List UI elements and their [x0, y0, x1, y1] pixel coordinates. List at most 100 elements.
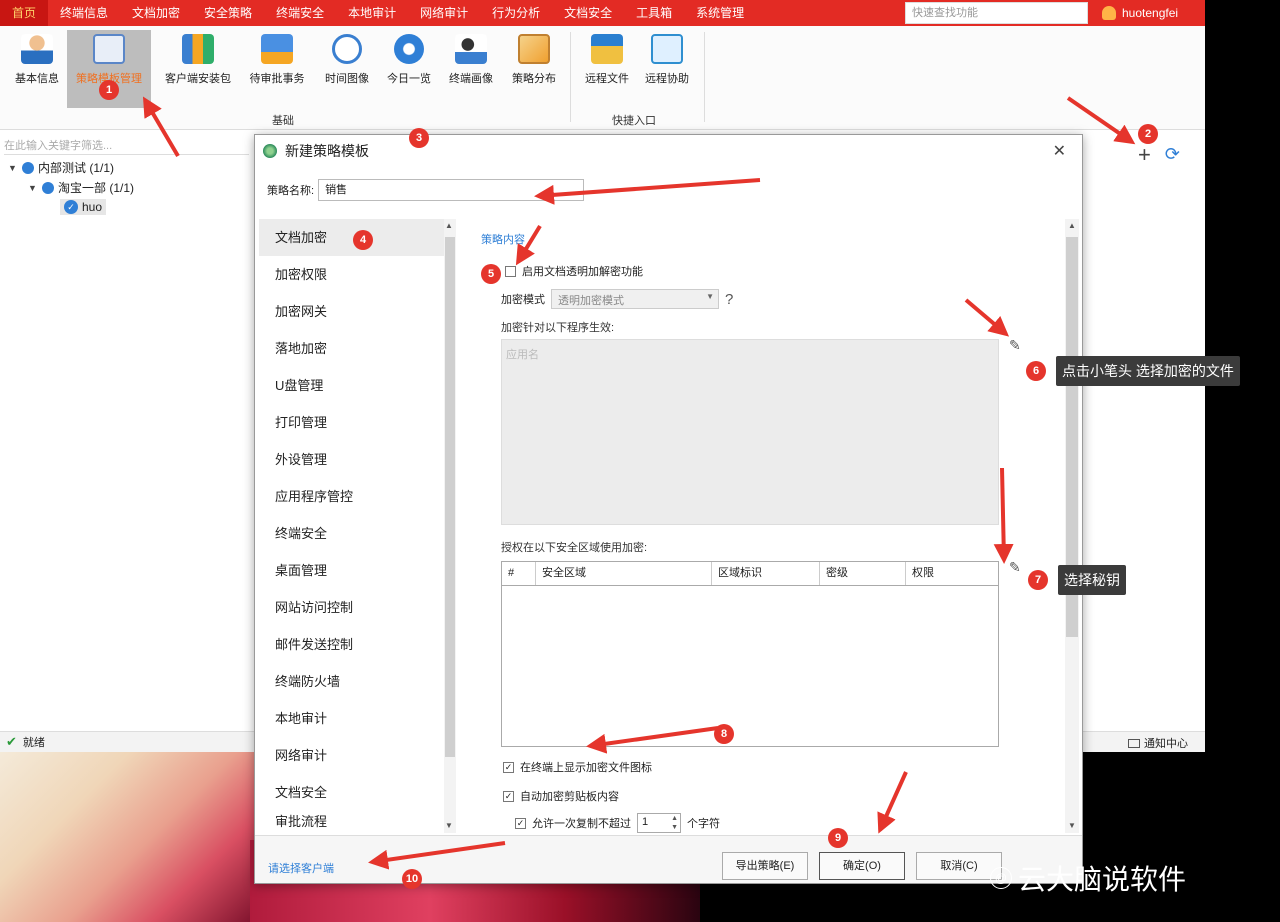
nav-doc-encrypt[interactable]: 文档加密 [259, 219, 444, 256]
ribbon-label: 基本信息 [15, 73, 59, 85]
ribbon-remote-assist[interactable]: 远程协助 [630, 30, 704, 108]
col-permission: 权限 [912, 567, 934, 579]
nav-firewall[interactable]: 终端防火墙 [259, 663, 444, 700]
menu-toolbox[interactable]: 工具箱 [624, 0, 684, 26]
watermark: @ 云大脑说软件 [990, 858, 1186, 898]
pencil-icon[interactable]: ✎ [1009, 337, 1021, 354]
user-icon [1102, 6, 1116, 20]
menu-terminal-security[interactable]: 终端安全 [264, 0, 336, 26]
nav-scrollbar[interactable]: ▲ ▼ [444, 219, 456, 833]
chevron-down-icon[interactable]: ▼ [28, 183, 38, 193]
pencil-icon[interactable]: ✎ [1009, 559, 1021, 576]
tree-node-child[interactable]: ▼ 淘宝一部 (1/1) [28, 179, 134, 196]
ribbon-basic-info[interactable]: 基本信息 [0, 30, 74, 108]
policy-name-input[interactable]: 销售 [318, 179, 585, 201]
enable-encryption-checkbox[interactable] [505, 265, 516, 277]
nav-network-audit[interactable]: 网络审计 [259, 737, 444, 774]
chevron-down-icon[interactable]: ▼ [8, 163, 18, 173]
ribbon-toolbar: 基本信息 策略模板管理 客户端安装包 待审批事务 时间图像 今日一览 终端画像 [0, 26, 1205, 130]
menu-doc-security[interactable]: 文档安全 [552, 0, 624, 26]
nav-doc-security[interactable]: 文档安全 [259, 774, 444, 811]
nav-desktop-management[interactable]: 桌面管理 [259, 552, 444, 589]
add-icon[interactable]: + [1138, 142, 1151, 168]
allow-copy-row[interactable]: ✓ 允许一次复制不超过 1 ▲ ▼ 个字符 [515, 813, 720, 833]
annotation-badge-7: 7 [1028, 570, 1048, 590]
quick-search-input[interactable]: 快速查找功能 [905, 2, 1088, 24]
org-tree-panel: 在此输入关键字筛选... ▼ 内部测试 (1/1) ▼ 淘宝一部 (1/1) ✓… [0, 131, 255, 731]
ribbon-label: 待审批事务 [249, 73, 305, 85]
choose-client-link[interactable]: 请选择客户端 [268, 860, 334, 876]
check-icon: ✓ [64, 200, 78, 214]
menu-terminal-info[interactable]: 终端信息 [48, 0, 120, 26]
area-table-header: # 安全区域 区域标识 密级 权限 [502, 562, 998, 586]
stepper-arrows-icon[interactable]: ▲ ▼ [671, 814, 678, 832]
person-icon [21, 34, 53, 64]
nav-terminal-security[interactable]: 终端安全 [259, 515, 444, 552]
encrypt-mode-select[interactable]: 透明加密模式 ▼ [551, 289, 719, 309]
help-icon[interactable]: ? [725, 291, 733, 308]
ok-button[interactable]: 确定(O) [819, 852, 905, 880]
nav-web-access-control[interactable]: 网站访问控制 [259, 589, 444, 626]
programs-label: 加密针对以下程序生效: [501, 322, 615, 334]
col-index: # [502, 562, 536, 585]
notify-label: 通知中心 [1144, 738, 1188, 750]
nav-encrypt-permission[interactable]: 加密权限 [259, 256, 444, 293]
chevron-down-icon[interactable]: ▼ [1068, 821, 1076, 830]
nav-usb-management[interactable]: U盘管理 [259, 367, 444, 404]
annotation-badge-1: 1 [99, 80, 119, 100]
security-area-table[interactable]: # 安全区域 区域标识 密级 权限 [501, 561, 999, 747]
policy-category-nav: 文档加密 加密权限 加密网关 落地加密 U盘管理 打印管理 外设管理 应用程序管… [259, 219, 444, 833]
ribbon-label: 策略分布 [512, 73, 556, 85]
tree-label: 淘宝一部 (1/1) [58, 181, 135, 195]
chevron-up-icon[interactable]: ▲ [1068, 221, 1076, 230]
show-icon-row[interactable]: ✓ 在终端上显示加密文件图标 [503, 759, 652, 775]
menu-home[interactable]: 首页 [0, 0, 49, 26]
tree-node-root[interactable]: ▼ 内部测试 (1/1) [8, 159, 114, 176]
programs-list[interactable]: 应用名 [501, 339, 999, 525]
notification-center[interactable]: 通知中心 [1128, 735, 1188, 751]
mode-value: 透明加密模式 [558, 295, 624, 307]
check-icon: ✔ [6, 734, 17, 749]
menu-local-audit[interactable]: 本地审计 [336, 0, 408, 26]
nav-scroll-thumb[interactable] [445, 237, 455, 757]
menu-doc-encrypt[interactable]: 文档加密 [120, 0, 192, 26]
menu-behavior-analysis[interactable]: 行为分析 [480, 0, 552, 26]
copy-count-stepper[interactable]: 1 ▲ ▼ [637, 813, 681, 833]
nav-print-management[interactable]: 打印管理 [259, 404, 444, 441]
enable-encryption-row[interactable]: 启用文档透明加解密功能 [505, 263, 643, 279]
nav-mail-control[interactable]: 邮件发送控制 [259, 626, 444, 663]
export-button[interactable]: 导出策略(E) [722, 852, 808, 880]
ribbon-label: 今日一览 [387, 73, 431, 85]
user-menu[interactable]: huotengfei [1090, 0, 1205, 26]
tree-node-leaf[interactable]: ✓ huo [60, 199, 107, 215]
show-icon-checkbox[interactable]: ✓ [503, 761, 514, 773]
mode-label: 加密模式 [501, 294, 545, 306]
tree-label: 内部测试 (1/1) [38, 161, 115, 175]
ribbon-policy-distribution[interactable]: 策略分布 [497, 30, 571, 108]
policy-name-label: 策略名称: [267, 185, 315, 197]
close-icon[interactable]: ✕ [1053, 141, 1066, 161]
nav-encrypt-gateway[interactable]: 加密网关 [259, 293, 444, 330]
allow-copy-checkbox[interactable]: ✓ [515, 817, 526, 829]
chevron-up-icon[interactable]: ▲ [445, 221, 453, 230]
nav-local-audit[interactable]: 本地审计 [259, 700, 444, 737]
menu-system-admin[interactable]: 系统管理 [684, 0, 756, 26]
menu-security-policy[interactable]: 安全策略 [192, 0, 264, 26]
checkbox-label: 允许一次复制不超过 [532, 818, 631, 830]
nav-approval-flow[interactable]: 审批流程 [259, 811, 444, 833]
nav-landing-encrypt[interactable]: 落地加密 [259, 330, 444, 367]
content-scrollbar[interactable]: ▲ ▼ [1065, 219, 1079, 833]
clipboard-icon [93, 34, 125, 64]
nav-peripheral-management[interactable]: 外设管理 [259, 441, 444, 478]
nav-app-control[interactable]: 应用程序管控 [259, 478, 444, 515]
menu-network-audit[interactable]: 网络审计 [408, 0, 480, 26]
ribbon-pending-approval[interactable]: 待审批事务 [240, 30, 314, 108]
copy-count-value: 1 [642, 816, 649, 828]
auto-clipboard-checkbox[interactable]: ✓ [503, 790, 514, 802]
refresh-icon[interactable]: ⟳ [1165, 142, 1180, 168]
ribbon-client-package[interactable]: 客户端安装包 [158, 30, 238, 108]
auto-clipboard-row[interactable]: ✓ 自动加密剪贴板内容 [503, 788, 619, 804]
tree-search-input[interactable]: 在此输入关键字筛选... [4, 137, 249, 155]
group-icon [42, 181, 54, 194]
chevron-down-icon[interactable]: ▼ [445, 821, 453, 830]
